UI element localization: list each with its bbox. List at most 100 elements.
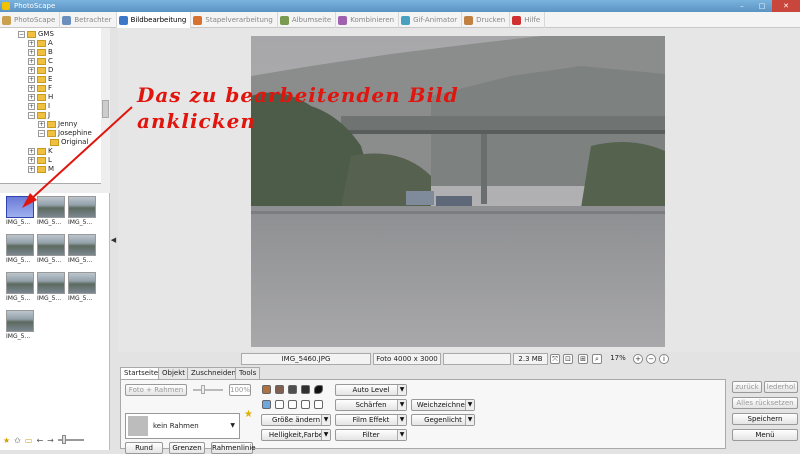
minimize-button[interactable]: – [732, 0, 752, 12]
mirror-icon[interactable] [314, 400, 323, 409]
round-button[interactable]: Rund [125, 442, 163, 454]
backlight-button[interactable]: Gegenlicht ▼ [411, 414, 475, 426]
zoom-out-icon[interactable]: − [646, 354, 656, 364]
info-icon[interactable]: i [659, 354, 669, 364]
tree-item[interactable]: + D [28, 66, 53, 75]
tree-item[interactable]: + Jenny [38, 120, 77, 129]
tree-vertical-scrollbar[interactable] [101, 28, 110, 184]
thumb-size-slider[interactable] [57, 435, 84, 444]
brightness-color-button[interactable]: Helligkeit,Farbe ▼ [261, 429, 331, 441]
tab-stapelverarbeitung[interactable]: Stapelverarbeitung [191, 12, 278, 28]
thumbnail-item[interactable]: IMG_5... [37, 272, 67, 306]
thumbnail-item[interactable]: IMG_5... [37, 234, 67, 268]
expand-toggle-icon[interactable]: + [28, 148, 35, 155]
resize-button[interactable]: Größe ändern ▼ [261, 414, 331, 426]
folder-icon[interactable]: ▭ [25, 436, 33, 445]
scroll-thumb[interactable] [102, 100, 109, 118]
tab-zuschneiden[interactable]: Zuschneiden [187, 367, 241, 379]
tree-item[interactable]: + K [28, 147, 53, 156]
frame-style-2-icon[interactable] [275, 385, 284, 394]
tree-item[interactable]: + B [28, 48, 53, 57]
zoom-selection-icon[interactable]: ⌕ [592, 354, 602, 364]
expand-toggle-icon[interactable]: − [38, 130, 45, 137]
save-button[interactable]: Speichern [732, 413, 798, 425]
tab-tools[interactable]: Tools [235, 367, 261, 379]
expand-toggle-icon[interactable]: + [28, 67, 35, 74]
expand-toggle-icon[interactable]: + [28, 40, 35, 47]
expand-toggle-icon[interactable]: + [38, 121, 45, 128]
tree-item[interactable]: − GMS [18, 30, 54, 39]
add-favorite-icon[interactable]: ✩ [14, 436, 21, 445]
rotate-right-icon[interactable] [288, 400, 297, 409]
tab-betrachter[interactable]: Betrachter [60, 12, 117, 28]
collapse-panel-handle[interactable]: ◀ [110, 225, 117, 255]
reset-all-button[interactable]: Alles rücksetzen [732, 397, 798, 409]
actual-size-icon[interactable]: ⊡ [563, 354, 573, 364]
thumbnail-item[interactable]: IMG_5... [6, 272, 36, 306]
frame-favorite-star-icon[interactable]: ★ [244, 409, 253, 420]
thumbnail-item[interactable]: IMG_5... [6, 196, 36, 230]
thumbnail-item[interactable]: IMG_5... [6, 310, 36, 344]
tree-item[interactable]: + A [28, 39, 53, 48]
filter-button[interactable]: Filter ▼ [335, 429, 407, 441]
soften-button[interactable]: Weichzeichnen ▼ [411, 399, 475, 411]
expand-toggle-icon[interactable]: − [18, 31, 25, 38]
forward-arrow-icon[interactable]: → [47, 436, 54, 445]
frame-style-4-icon[interactable] [301, 385, 310, 394]
expand-toggle-icon[interactable]: + [28, 76, 35, 83]
film-effect-button[interactable]: Film Effekt ▼ [335, 414, 407, 426]
borders-button[interactable]: Grenzen [169, 442, 205, 454]
tree-item[interactable]: − J [28, 111, 50, 120]
frame-percent[interactable]: 100% [229, 384, 251, 396]
tree-item[interactable]: + C [28, 57, 53, 66]
expand-toggle-icon[interactable]: + [28, 85, 35, 92]
close-button[interactable]: ✕ [772, 0, 800, 12]
frame-slider[interactable] [193, 385, 223, 394]
expand-toggle-icon[interactable]: + [28, 157, 35, 164]
tab-hilfe[interactable]: Hilfe [510, 12, 546, 28]
tree-item[interactable]: − Josephine [38, 129, 92, 138]
undo-button[interactable]: zurück [732, 381, 762, 393]
tree-item[interactable]: Original [50, 138, 88, 147]
tab-albumseite[interactable]: Albumseite [278, 12, 337, 28]
maximize-button[interactable]: □ [752, 0, 772, 12]
thumbnail-item[interactable]: IMG_5... [68, 196, 98, 230]
tab-photoscape[interactable]: PhotoScape [0, 12, 61, 28]
frame-selector[interactable]: kein Rahmen ▼ [125, 413, 240, 439]
tree-item[interactable]: + M [28, 165, 54, 174]
tree-horizontal-scrollbar[interactable] [0, 184, 110, 193]
expand-toggle-icon[interactable]: − [28, 112, 35, 119]
expand-toggle-icon[interactable]: + [28, 94, 35, 101]
tree-item[interactable]: + H [28, 93, 53, 102]
frame-style-3-icon[interactable] [288, 385, 297, 394]
fit-window-icon[interactable]: ⤧ [550, 354, 560, 364]
zoom-fit-icon[interactable]: ⊞ [578, 354, 588, 364]
back-arrow-icon[interactable]: ← [36, 436, 43, 445]
favorite-icon[interactable]: ★ [3, 436, 10, 445]
auto-level-button[interactable]: Auto Level ▼ [335, 384, 407, 396]
expand-toggle-icon[interactable]: + [28, 58, 35, 65]
sharpen-button[interactable]: Schärfen ▼ [335, 399, 407, 411]
thumbnail-item[interactable]: IMG_5... [37, 196, 67, 230]
photo-frame-button[interactable]: Foto + Rahmen [125, 384, 187, 396]
expand-toggle-icon[interactable]: + [28, 49, 35, 56]
thumbnail-item[interactable]: IMG_5... [68, 272, 98, 306]
frameline-button[interactable]: Rahmenlinie [211, 442, 256, 454]
picture-icon[interactable] [262, 400, 271, 409]
tab-objekt[interactable]: Objekt [158, 367, 190, 379]
tree-item[interactable]: + E [28, 75, 52, 84]
zoom-in-icon[interactable]: + [633, 354, 643, 364]
tree-item[interactable]: + L [28, 156, 52, 165]
frame-style-1-icon[interactable] [262, 385, 271, 394]
rotate-left-icon[interactable] [275, 400, 284, 409]
flip-icon[interactable] [301, 400, 310, 409]
expand-toggle-icon[interactable]: + [28, 103, 35, 110]
menu-button[interactable]: Menü [732, 429, 798, 441]
tree-item[interactable]: + F [28, 84, 52, 93]
frame-style-5-icon[interactable] [314, 385, 323, 394]
tab-gif-animator[interactable]: Gif-Animator [399, 12, 463, 28]
redo-button[interactable]: lederhol [764, 381, 798, 393]
tab-drucken[interactable]: Drucken [462, 12, 511, 28]
tree-item[interactable]: + I [28, 102, 50, 111]
thumbnail-item[interactable]: IMG_5... [6, 234, 36, 268]
